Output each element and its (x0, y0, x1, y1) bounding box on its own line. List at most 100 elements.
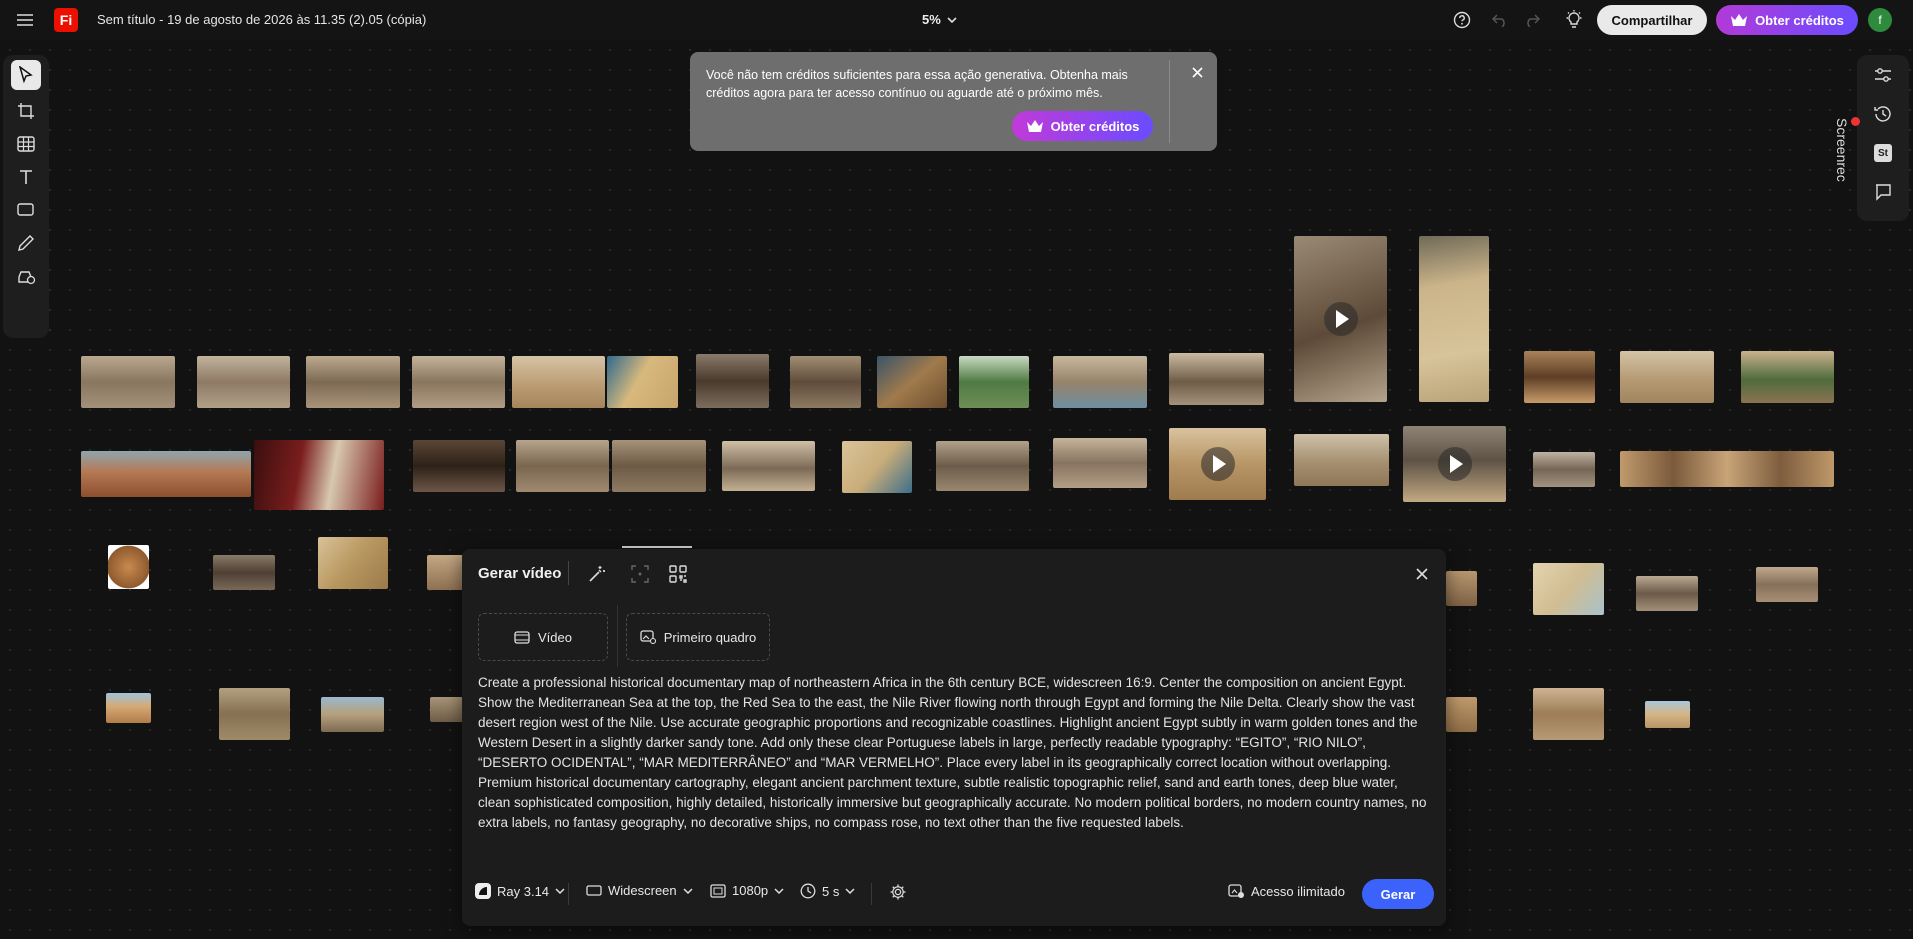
magic-wand-icon[interactable] (582, 559, 612, 589)
video-thumbnail[interactable] (1403, 426, 1506, 502)
shape-tool-icon[interactable] (11, 195, 41, 225)
select-tool-icon[interactable] (11, 60, 41, 90)
canvas-image[interactable] (412, 356, 505, 408)
image-add-icon (640, 630, 656, 644)
crown-icon (1731, 14, 1748, 26)
canvas-image[interactable] (1533, 452, 1595, 487)
canvas-image[interactable] (696, 354, 769, 408)
avatar[interactable]: f (1868, 8, 1892, 32)
canvas-image[interactable] (612, 440, 706, 492)
frame-select-icon[interactable] (625, 559, 655, 589)
generate-button[interactable]: Gerar (1362, 879, 1434, 909)
prompt-textarea[interactable]: Create a professional historical documen… (478, 673, 1432, 833)
canvas-image[interactable] (1446, 571, 1477, 606)
canvas-image[interactable] (1756, 567, 1818, 602)
canvas-image[interactable] (722, 441, 815, 491)
share-button[interactable]: Compartilhar (1597, 5, 1707, 35)
document-title[interactable]: Sem título - 19 de agosto de 2026 às 11.… (97, 12, 426, 27)
canvas-image[interactable] (1620, 351, 1714, 403)
adjust-icon[interactable] (1868, 60, 1898, 90)
canvas-image[interactable] (1169, 353, 1264, 405)
model-dropdown[interactable]: Ray 3.14 (475, 883, 565, 899)
canvas-image[interactable] (790, 356, 861, 408)
pen-tool-icon[interactable] (11, 228, 41, 258)
canvas-image[interactable] (516, 440, 609, 492)
play-icon[interactable] (1323, 302, 1358, 336)
zoom-dropdown[interactable]: 5% (922, 12, 957, 27)
video-thumbnail[interactable] (1294, 236, 1387, 402)
canvas-image[interactable] (1053, 356, 1147, 408)
notification-message: Você não tem créditos suficientes para e… (706, 68, 1128, 100)
canvas-image[interactable] (321, 697, 384, 732)
widescreen-icon (586, 885, 602, 896)
grid-tool-icon[interactable] (11, 129, 41, 159)
panel-footer: Ray 3.14 Widescreen 1080p 5 s Acesso ili… (462, 873, 1446, 913)
app-logo[interactable]: Fi (54, 8, 78, 32)
canvas-image[interactable] (213, 555, 275, 590)
close-icon[interactable] (1187, 62, 1207, 82)
canvas-image[interactable] (430, 697, 464, 722)
comment-icon[interactable] (1868, 177, 1898, 207)
play-icon[interactable] (1437, 447, 1472, 481)
canvas-image[interactable] (219, 688, 290, 740)
canvas-image[interactable] (306, 356, 400, 408)
model-label: Ray 3.14 (497, 883, 550, 899)
canvas-image[interactable] (1294, 434, 1389, 486)
resolution-icon (710, 883, 726, 898)
canvas-image[interactable] (936, 441, 1029, 491)
map-image[interactable] (877, 356, 947, 408)
close-icon[interactable] (1411, 563, 1433, 585)
canvas-image[interactable] (254, 440, 384, 510)
video-thumbnail[interactable] (1169, 428, 1266, 500)
duration-dropdown[interactable]: 5 s (800, 883, 855, 899)
settings-gear-icon[interactable] (889, 883, 907, 901)
canvas-image[interactable] (197, 356, 290, 408)
canvas-image[interactable] (413, 440, 505, 492)
canvas-image[interactable] (1446, 697, 1477, 732)
unlimited-access-icon (1228, 884, 1244, 898)
frame-tool-icon[interactable] (11, 96, 41, 126)
canvas-image[interactable] (108, 545, 149, 589)
map-image[interactable] (318, 537, 388, 589)
canvas-image[interactable] (1620, 451, 1834, 487)
active-tab-indicator (622, 546, 692, 548)
map-image[interactable] (1533, 563, 1604, 615)
video-input-slot[interactable]: Vídeo (478, 613, 608, 661)
canvas-image[interactable] (1645, 701, 1690, 728)
map-image[interactable] (607, 356, 678, 408)
get-credits-button[interactable]: Obter créditos (1716, 5, 1858, 35)
canvas-image[interactable] (1524, 351, 1595, 403)
undo-icon[interactable] (1490, 10, 1510, 30)
history-icon[interactable] (1868, 99, 1898, 129)
text-tool-icon[interactable] (11, 162, 41, 192)
screen-recorder-label[interactable]: Screenrec (1834, 118, 1850, 182)
notification-get-credits-button[interactable]: Obter créditos (1012, 111, 1153, 141)
canvas-image[interactable] (1533, 688, 1604, 740)
canvas-image[interactable] (512, 356, 605, 408)
canvas-image[interactable] (81, 356, 175, 408)
lightbulb-icon[interactable] (1563, 9, 1585, 31)
canvas-image[interactable] (106, 693, 151, 723)
play-icon[interactable] (1200, 447, 1235, 481)
generate-tool-icon[interactable] (11, 261, 41, 291)
redo-icon[interactable] (1522, 10, 1542, 30)
notification-button-label: Obter créditos (1050, 118, 1140, 134)
stock-icon[interactable]: St (1868, 138, 1898, 168)
unlimited-access-indicator[interactable]: Acesso ilimitado (1228, 883, 1345, 899)
canvas-image[interactable] (81, 451, 251, 497)
first-frame-input-slot[interactable]: Primeiro quadro (626, 613, 770, 661)
canvas-image[interactable] (959, 356, 1029, 408)
map-image[interactable] (842, 441, 912, 493)
map-image[interactable] (1419, 236, 1489, 402)
canvas-image[interactable] (427, 555, 463, 590)
resolution-label: 1080p (732, 883, 769, 898)
qr-grid-icon[interactable] (663, 559, 693, 589)
resolution-dropdown[interactable]: 1080p (710, 883, 784, 898)
canvas-image[interactable] (1053, 438, 1147, 488)
canvas-image[interactable] (1636, 576, 1698, 611)
canvas-image[interactable] (1741, 351, 1834, 403)
insufficient-credits-notification: Você não tem créditos suficientes para e… (690, 52, 1217, 151)
hamburger-icon[interactable] (14, 10, 36, 30)
aspect-ratio-dropdown[interactable]: Widescreen (586, 883, 693, 898)
help-icon[interactable] (1452, 10, 1472, 30)
